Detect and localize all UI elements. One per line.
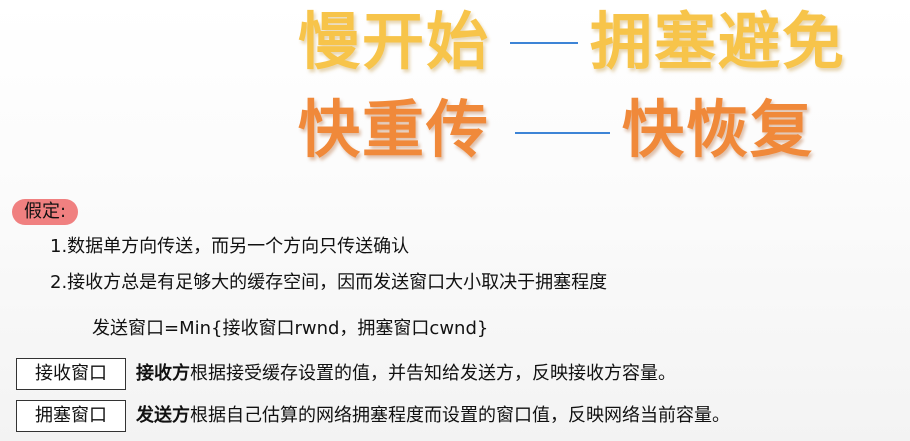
fast-retransmit-title: 快重传 [298, 93, 491, 166]
definition-text: 发送方根据自己估算的网络拥塞程度而设置的窗口值，反映网络当前容量。 [136, 402, 730, 430]
connector-line [515, 132, 610, 134]
fast-recovery-title: 快恢复 [622, 93, 815, 166]
assumption-item-1: 1.数据单方向传送，而另一个方向只传送确认 [50, 236, 410, 257]
slow-start-title: 慢开始 [298, 5, 491, 78]
definition-body: 根据接受缓存设置的值，并告知给发送方，反映接收方容量。 [190, 363, 676, 384]
definition-subject: 接收方 [136, 363, 190, 384]
title-row-fast-retransmit: 快重传 快恢复 [0, 90, 910, 170]
congestion-avoidance-title: 拥塞避免 [590, 5, 847, 78]
definition-congestion-window: 拥塞窗口 发送方根据自己估算的网络拥塞程度而设置的窗口值，反映网络当前容量。 [16, 400, 896, 432]
definition-text: 接收方根据接受缓存设置的值，并告知给发送方，反映接收方容量。 [136, 360, 676, 388]
send-window-formula: 发送窗口=Min{接收窗口rwnd，拥塞窗口cwnd} [92, 318, 489, 339]
term-box-receive-window: 接收窗口 [16, 358, 126, 390]
assumption-label: 假定: [12, 199, 79, 225]
term-box-congestion-window: 拥塞窗口 [16, 400, 126, 432]
definition-receive-window: 接收窗口 接收方根据接受缓存设置的值，并告知给发送方，反映接收方容量。 [16, 358, 896, 390]
title-row-slow-start: 慢开始 拥塞避免 [0, 2, 910, 82]
definition-body: 根据自己估算的网络拥塞程度而设置的窗口值，反映网络当前容量。 [190, 405, 730, 426]
definition-subject: 发送方 [136, 405, 190, 426]
connector-line [510, 42, 578, 44]
assumption-item-2: 2.接收方总是有足够大的缓存空间，因而发送窗口大小取决于拥塞程度 [50, 272, 608, 293]
